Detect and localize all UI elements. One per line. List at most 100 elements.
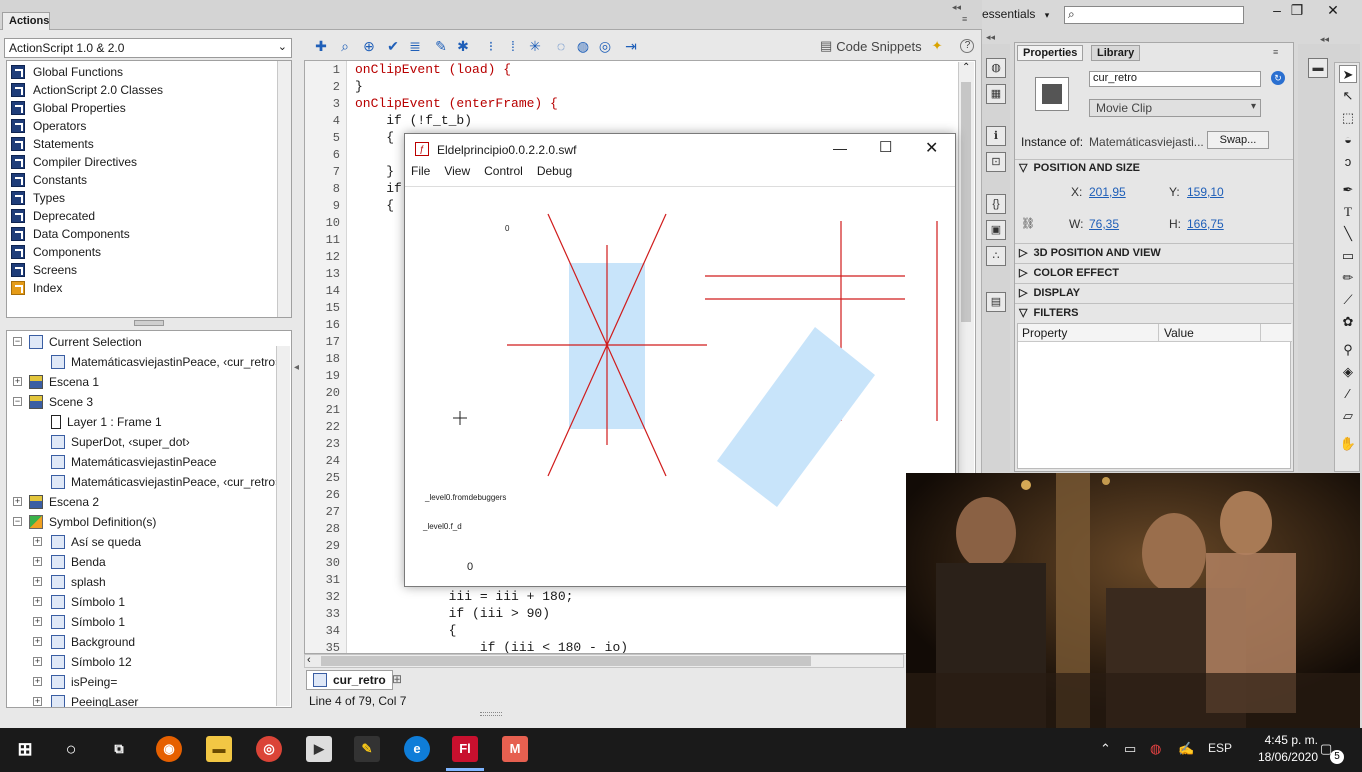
volume-muted-icon[interactable]: ◍ xyxy=(1150,741,1161,757)
expand-icon[interactable]: + xyxy=(33,637,42,646)
bone-tool-icon[interactable]: ⚲ xyxy=(1339,341,1357,359)
pane-splitter[interactable] xyxy=(134,320,164,326)
code-line[interactable]: } xyxy=(355,164,394,179)
collapse-icon[interactable]: − xyxy=(13,337,22,346)
close-icon[interactable]: ✕ xyxy=(925,138,938,158)
toolbox-item[interactable]: Screens xyxy=(11,261,77,279)
line-comment-icon[interactable]: ◍ xyxy=(575,38,591,54)
code-line[interactable]: if (iii > 90) xyxy=(355,606,550,621)
collapse-icon[interactable]: − xyxy=(13,397,22,406)
tree-item[interactable]: Symbol Definition(s) xyxy=(29,513,156,531)
debug-options-icon[interactable]: ✱ xyxy=(455,38,471,54)
add-statement-icon[interactable]: ✚ xyxy=(313,38,329,54)
y-value[interactable]: 159,10 xyxy=(1187,185,1224,199)
script-tab[interactable]: cur_retro xyxy=(306,670,393,690)
pencil-app-icon[interactable]: ✎ xyxy=(354,736,380,762)
expand-icon[interactable]: + xyxy=(33,677,42,686)
info-icon[interactable]: ℹ xyxy=(986,126,1006,146)
section-header[interactable]: ▷ COLOR EFFECT xyxy=(1019,266,1119,280)
pin-script-icon[interactable]: ⊞ xyxy=(392,672,402,686)
help-icon[interactable]: ? xyxy=(960,39,975,53)
tree-item[interactable]: MatemáticasviejastinPeace xyxy=(51,453,216,471)
actions-tab[interactable]: Actions xyxy=(2,12,50,30)
edge-icon[interactable]: e xyxy=(404,736,430,762)
code-line[interactable]: { xyxy=(355,198,394,213)
search-circle-icon[interactable]: ○ xyxy=(58,736,84,762)
instance-name-input[interactable]: cur_retro xyxy=(1089,71,1261,87)
tree-item[interactable]: Layer 1 : Frame 1 xyxy=(51,413,162,431)
eyedropper-tool-icon[interactable]: ⁄ xyxy=(1339,385,1357,403)
collapse-panels-icon[interactable]: ◂◂ xyxy=(986,32,995,43)
tree-item[interactable]: splash xyxy=(51,573,106,591)
subselection-tool-icon[interactable]: ↖ xyxy=(1339,87,1357,105)
m-app-icon[interactable]: M xyxy=(502,736,528,762)
tree-item[interactable]: PeeingLaser xyxy=(51,693,138,707)
toolbox-item[interactable]: Global Properties xyxy=(11,99,126,117)
free-transform-tool-icon[interactable]: ⬚ xyxy=(1339,109,1357,127)
collapse-icon[interactable]: − xyxy=(13,517,22,526)
minimize-icon[interactable]: — xyxy=(833,140,847,156)
show-hidden-icons-icon[interactable]: ⌃ xyxy=(1100,741,1111,757)
panel-menu-icon[interactable]: ≡ xyxy=(962,14,967,24)
section-header[interactable]: ▽ FILTERS xyxy=(1019,306,1078,320)
toolbox-item[interactable]: Components xyxy=(11,243,101,261)
collapse-tools-icon[interactable]: ◂◂ xyxy=(1320,34,1329,45)
help-search-input[interactable]: ⌕ xyxy=(1064,6,1244,24)
tree-item[interactable]: MatemáticasviejastinPeace, ‹cur_retro› xyxy=(51,473,279,491)
chrome-icon[interactable]: ◎ xyxy=(256,736,282,762)
resize-grip[interactable] xyxy=(480,712,502,716)
swf-menu-view[interactable]: View xyxy=(444,164,470,184)
text-tool-icon[interactable]: T xyxy=(1339,203,1357,221)
h-value[interactable]: 166,75 xyxy=(1187,217,1224,231)
tree-scrollbar[interactable] xyxy=(276,346,290,706)
code-hint-icon[interactable]: ✎ xyxy=(433,38,449,54)
pen-tool-icon[interactable]: ✒ xyxy=(1339,181,1357,199)
panel-menu-icon[interactable]: ≡ xyxy=(1273,47,1278,57)
code-line[interactable]: if (iii < 180 - io) xyxy=(355,640,628,653)
align-grid-icon[interactable]: ▦ xyxy=(986,84,1006,104)
scroll-up-icon[interactable]: ⌃ xyxy=(962,62,970,73)
rectangle-tool-icon[interactable]: ▭ xyxy=(1339,247,1357,265)
code-line[interactable]: if (!f_t_b) xyxy=(355,113,472,128)
toolbox-item[interactable]: Constants xyxy=(11,171,87,189)
code-icon[interactable]: {} xyxy=(986,194,1006,214)
tree-item[interactable]: SuperDot, ‹super_dot› xyxy=(51,433,190,451)
code-line[interactable]: if xyxy=(355,181,402,196)
motion-presets-icon[interactable]: ∴ xyxy=(986,246,1006,266)
expand-icon[interactable]: + xyxy=(13,497,22,506)
expand-icon[interactable]: + xyxy=(33,557,42,566)
swf-menu-debug[interactable]: Debug xyxy=(537,164,572,184)
file-explorer-icon[interactable]: ▬ xyxy=(206,736,232,762)
code-line[interactable]: onClipEvent (load) { xyxy=(355,62,511,77)
expand-icon[interactable]: + xyxy=(33,617,42,626)
tree-item[interactable]: MatemáticasviejastinPeace, ‹cur_retro› xyxy=(51,353,279,371)
swf-menu-file[interactable]: File xyxy=(411,164,430,184)
code-line[interactable]: { xyxy=(355,623,457,638)
line-tool-icon[interactable]: ╲ xyxy=(1339,225,1357,243)
tree-item[interactable]: Current Selection xyxy=(29,333,142,351)
tree-item[interactable]: Así se queda xyxy=(51,533,141,551)
3d-rotation-tool-icon[interactable]: ◒ xyxy=(1339,131,1357,149)
scroll-left-icon[interactable]: ‹ xyxy=(307,654,311,666)
swf-stage[interactable]: 0 _level0.fromdebuggers _level0.f_d 0 xyxy=(405,186,955,586)
tab-library[interactable]: Library xyxy=(1091,45,1141,61)
section-header[interactable]: ▷ 3D POSITION AND VIEW xyxy=(1019,246,1161,260)
expand-icon[interactable]: + xyxy=(33,537,42,546)
tree-item[interactable]: Escena 1 xyxy=(29,373,99,391)
task-view-icon[interactable]: ⧉ xyxy=(106,736,132,762)
code-line[interactable]: onClipEvent (enterFrame) { xyxy=(355,96,558,111)
toolbox-item[interactable]: Deprecated xyxy=(11,207,95,225)
tree-item[interactable]: Símbolo 12 xyxy=(51,653,132,671)
deco-tool-icon[interactable]: ✿ xyxy=(1339,313,1357,331)
block-comment-icon[interactable]: ◌ xyxy=(553,38,569,54)
x-value[interactable]: 201,95 xyxy=(1089,185,1126,199)
system-clock[interactable]: 4:45 p. m. 18/06/2020 xyxy=(1258,732,1318,766)
workspace-switcher[interactable]: essentials ▾ xyxy=(982,7,1049,21)
toolbox-scrollbar[interactable] xyxy=(277,61,291,317)
history-icon[interactable]: ▤ xyxy=(986,292,1006,312)
network-icon[interactable]: ▭ xyxy=(1124,741,1136,757)
swf-menu-control[interactable]: Control xyxy=(484,164,523,184)
collapse-selection-icon[interactable]: ⁞ xyxy=(505,38,521,54)
expand-icon[interactable]: + xyxy=(33,657,42,666)
code-line[interactable]: { xyxy=(355,130,394,145)
